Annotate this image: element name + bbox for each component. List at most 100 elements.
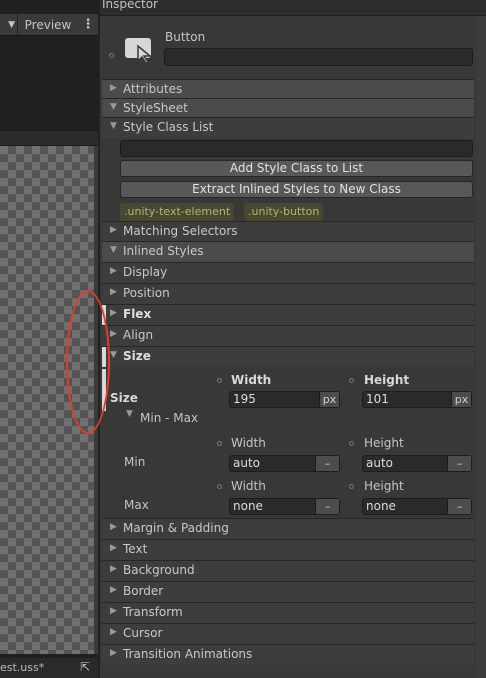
section-label: Text (123, 542, 148, 556)
inspector-title-bar: Inspector (100, 0, 486, 16)
add-style-class-button[interactable]: Add Style Class to List (120, 160, 473, 177)
section-flex[interactable]: ▶ Flex (102, 304, 474, 325)
height-value: 101 (366, 392, 389, 406)
collapse-arrow-icon: ▼ (110, 121, 117, 131)
max-width-label: Width (231, 479, 266, 493)
expand-arrow-icon: ▶ (110, 225, 117, 235)
section-display[interactable]: ▶ Display (102, 262, 474, 283)
max-height-input[interactable]: none – (362, 498, 472, 515)
override-dot-icon (349, 441, 354, 446)
section-matching-selectors[interactable]: ▶ Matching Selectors (102, 221, 474, 242)
expand-arrow-icon: ▶ (110, 522, 117, 532)
section-label: Cursor (123, 626, 163, 640)
expand-arrow-icon: ▶ (110, 266, 117, 276)
width-input[interactable]: 195 px (229, 391, 340, 408)
section-label: StyleSheet (123, 101, 188, 115)
width-label: Width (231, 373, 272, 387)
dropdown-arrow-icon[interactable]: ▼ (0, 14, 18, 36)
annotation-highlight-ellipse (66, 290, 110, 434)
section-position[interactable]: ▶ Position (102, 283, 474, 304)
style-class-input[interactable] (120, 140, 473, 157)
inspector-panel: Inspector Button ▶ Attributes ▼ StyleShe… (98, 0, 486, 678)
min-height-value: auto (366, 456, 394, 470)
expand-arrow-icon: ▶ (110, 606, 117, 616)
max-width-value: none (233, 499, 263, 513)
width-value: 195 (233, 392, 256, 406)
class-chip-button[interactable]: .unity-button (244, 203, 324, 221)
min-height-unit-button[interactable]: – (447, 456, 471, 471)
section-label: Border (123, 584, 164, 598)
override-dot-icon (109, 53, 114, 58)
section-inlined-styles[interactable]: ▼ Inlined Styles (102, 241, 474, 262)
override-dot-icon (217, 484, 222, 489)
expand-arrow-icon: ▶ (110, 287, 117, 297)
section-label: Align (123, 328, 154, 342)
extract-inlined-styles-button[interactable]: Extract Inlined Styles to New Class (120, 181, 473, 198)
min-width-value: auto (233, 456, 261, 470)
max-height-unit-button[interactable]: – (447, 499, 471, 514)
open-external-icon[interactable]: ⇱ (80, 660, 90, 674)
min-height-label: Height (364, 436, 404, 450)
height-unit-button[interactable]: px (451, 392, 471, 407)
section-style-class-list[interactable]: ▼ Style Class List (102, 117, 474, 138)
height-label: Height (364, 373, 410, 387)
expand-arrow-icon: ▶ (110, 585, 117, 595)
status-bar: est.uss* ⇱ (0, 658, 98, 678)
max-width-unit-button[interactable]: – (315, 499, 339, 514)
status-file-name: est.uss* (0, 661, 45, 674)
section-border[interactable]: ▶ Border (102, 581, 474, 602)
expand-arrow-icon: ▶ (110, 648, 117, 658)
section-label: Size (123, 349, 151, 363)
section-size[interactable]: ▼ Size (102, 346, 474, 367)
section-label: Matching Selectors (123, 224, 238, 238)
viewport-header-strip (0, 130, 98, 146)
section-stylesheet[interactable]: ▼ StyleSheet (102, 98, 474, 119)
max-width-input[interactable]: none – (229, 498, 340, 515)
override-dot-icon (349, 378, 354, 383)
expand-arrow-icon: ▶ (110, 83, 117, 93)
min-label: Min (124, 455, 146, 469)
button-element-icon (124, 36, 154, 64)
expand-arrow-icon: ▶ (110, 564, 117, 574)
class-chip-text-element[interactable]: .unity-text-element (120, 203, 235, 221)
preview-button[interactable]: Preview (20, 14, 76, 36)
min-width-label: Width (231, 436, 266, 450)
section-margin-padding[interactable]: ▶ Margin & Padding (102, 518, 474, 539)
override-dot-icon (217, 441, 222, 446)
min-height-input[interactable]: auto – (362, 455, 472, 472)
section-label: Transition Animations (123, 647, 253, 661)
section-transition-animations[interactable]: ▶ Transition Animations (102, 644, 474, 665)
section-label: Inlined Styles (123, 244, 204, 258)
height-input[interactable]: 101 px (362, 391, 472, 408)
section-background[interactable]: ▶ Background (102, 560, 474, 581)
section-label: Flex (123, 307, 152, 321)
override-dot-icon (349, 484, 354, 489)
min-width-input[interactable]: auto – (229, 455, 340, 472)
section-transform[interactable]: ▶ Transform (102, 602, 474, 623)
collapse-arrow-icon: ▼ (110, 350, 117, 360)
element-type-label: Button (165, 30, 206, 44)
viewport-toolbar: ▼ Preview ⋮ (0, 14, 98, 36)
width-unit-button[interactable]: px (319, 392, 339, 407)
max-height-value: none (366, 499, 396, 513)
section-label: Background (123, 563, 195, 577)
max-height-label: Height (364, 479, 404, 493)
section-align[interactable]: ▶ Align (102, 325, 474, 346)
expand-arrow-icon: ▶ (110, 543, 117, 553)
min-width-unit-button[interactable]: – (315, 456, 339, 471)
element-name-input[interactable] (164, 48, 473, 66)
section-text[interactable]: ▶ Text (102, 539, 474, 560)
collapse-arrow-icon[interactable]: ▼ (126, 409, 133, 419)
section-label: Display (123, 265, 168, 279)
section-cursor[interactable]: ▶ Cursor (102, 623, 474, 644)
expand-arrow-icon: ▶ (110, 329, 117, 339)
section-attributes[interactable]: ▶ Attributes (102, 79, 474, 100)
max-label: Max (124, 498, 149, 512)
section-label: Style Class List (123, 120, 214, 134)
inspector-scrollbar[interactable] (476, 16, 486, 678)
section-label: Margin & Padding (123, 521, 229, 535)
section-label: Position (123, 286, 170, 300)
section-label: Transform (123, 605, 183, 619)
more-options-icon[interactable]: ⋮ (80, 14, 96, 36)
collapse-arrow-icon: ▼ (110, 245, 117, 255)
